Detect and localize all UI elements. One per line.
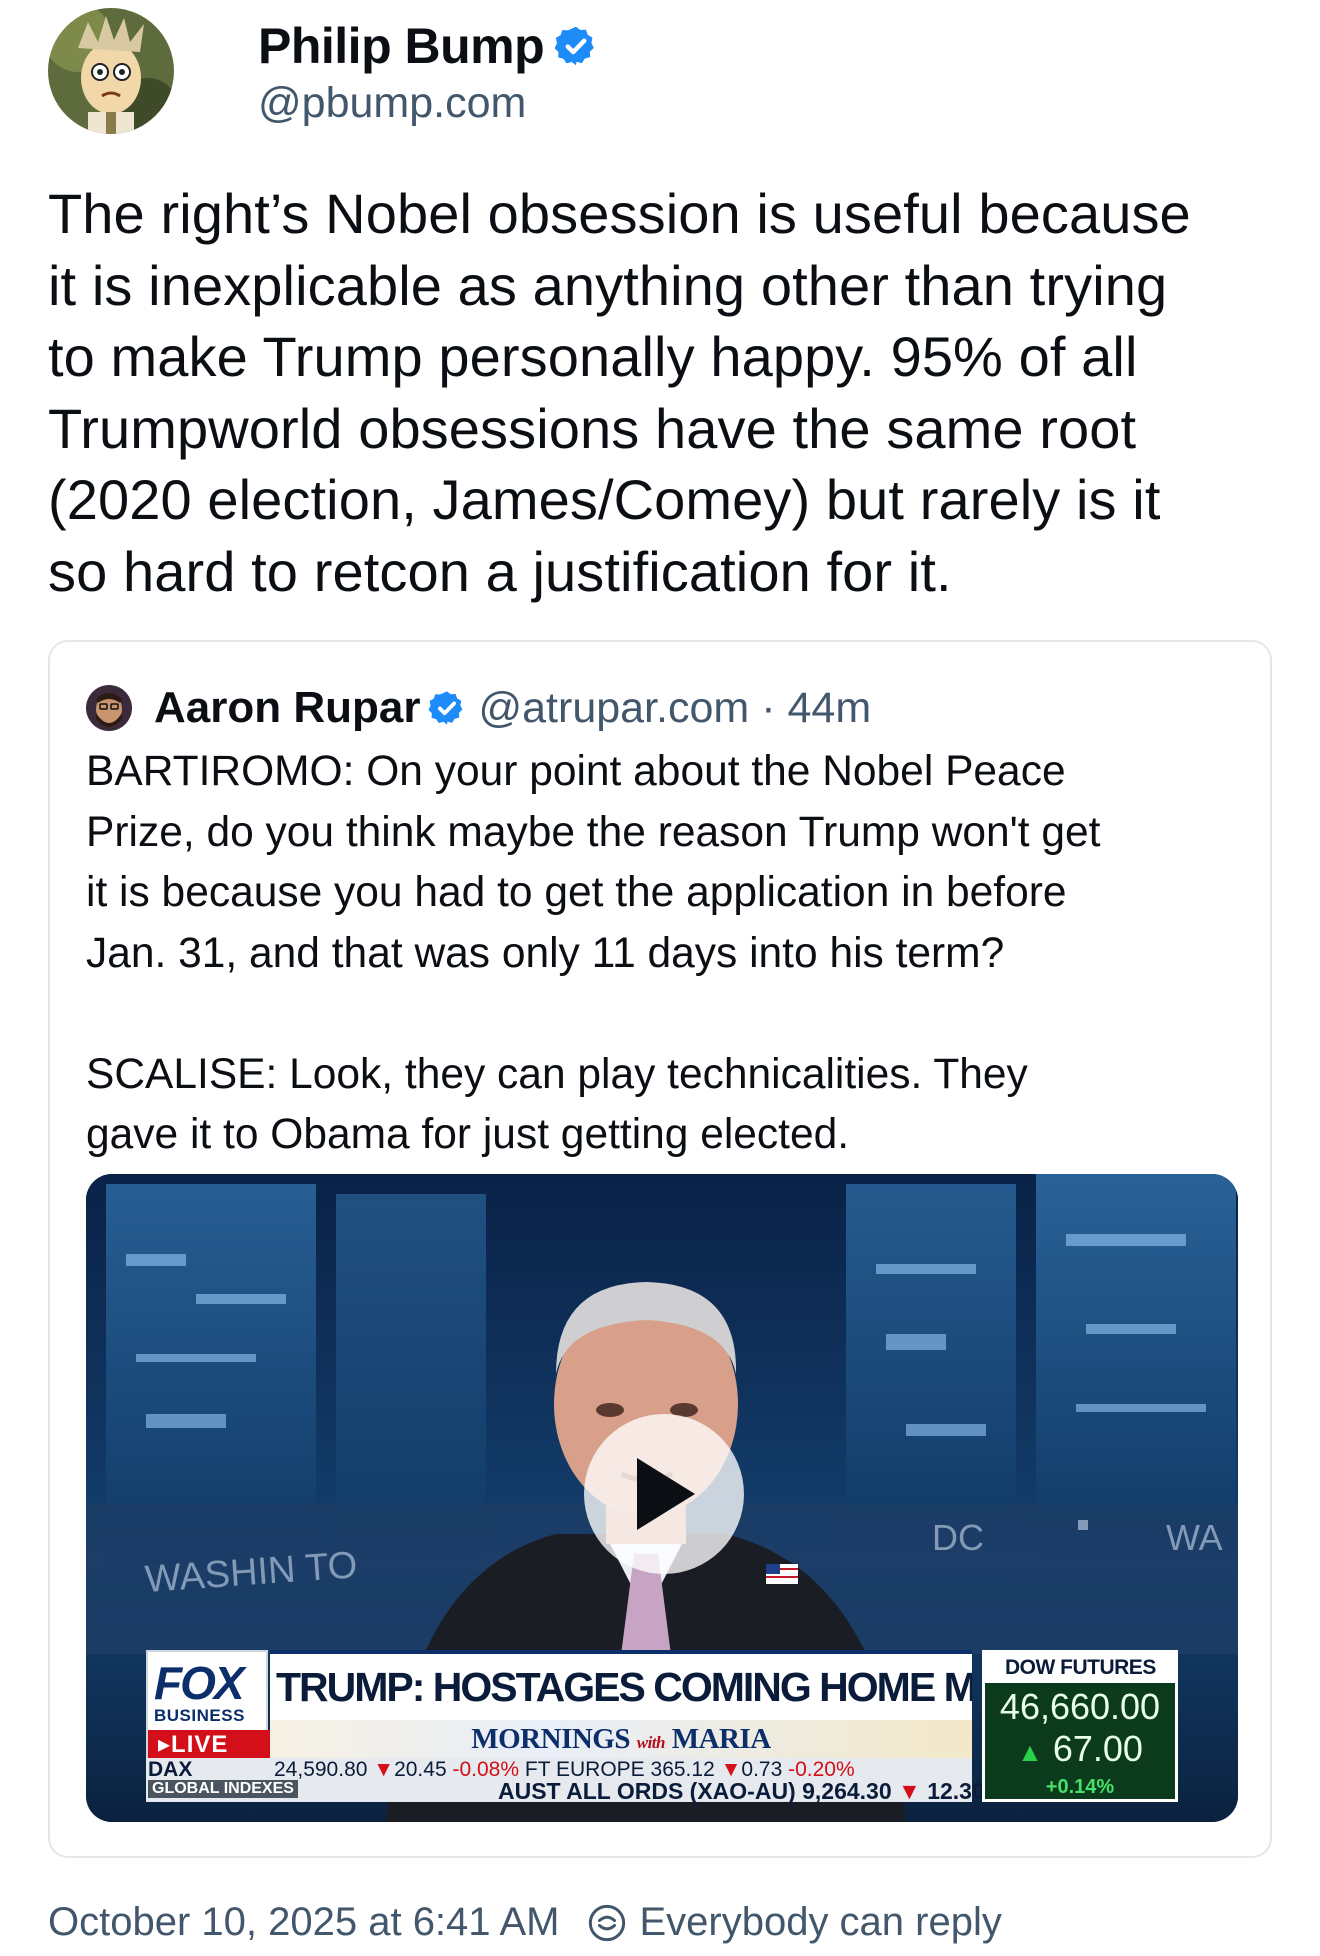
quoted-post-text: BARTIROMO: On your point about the Nobel… [86,748,1101,1158]
ticker-label: AUST ALL ORDS [498,1778,684,1804]
dow-value: 46,660.00 [999,1686,1161,1727]
play-button[interactable] [584,1414,744,1574]
author-handle[interactable]: @pbump.com [258,79,598,128]
ticker-value: 24,590.80 [274,1758,368,1781]
dow-futures-box: DOW FUTURES 46,660.00 ▲ 67.00 +0.14% [982,1650,1178,1802]
author-avatar[interactable] [48,8,174,134]
ticker-index: DAX [148,1758,193,1781]
post-text: The right’s Nobel obsession is useful be… [48,182,1191,603]
author-name-row: Philip Bump [258,15,598,77]
network-name: FOX [154,1657,245,1709]
ticker-category: GLOBAL INDEXES [148,1780,298,1798]
down-arrow-icon: ▼ [373,1758,395,1781]
quoted-author-avatar[interactable] [86,685,132,731]
separator-dot: · [761,683,776,732]
show-name-bar: MORNINGS with MARIA [270,1720,972,1758]
verified-check-icon [554,26,594,65]
author-identity: Philip Bump @pbump.com [258,15,598,128]
ticker-value: 9,264.30 [802,1778,892,1804]
quoted-author-handle[interactable]: @atrupar.com [478,684,749,733]
ticker-change: 20.45 [394,1758,447,1781]
down-arrow-icon: ▼ [898,1778,921,1804]
show-name-1: MORNINGS [471,1723,630,1755]
live-label: LIVE [171,1731,229,1758]
quoted-post-time[interactable]: 44m [788,684,872,733]
quoted-post-header: Aaron Rupar @atrupar.com · 44m [86,678,871,738]
quoted-author-display-name[interactable]: Aaron Rupar [154,683,420,733]
network-sub: BUSINESS [154,1706,245,1725]
stock-ticker: DAX GLOBAL INDEXES 24,590.80 ▼20.45 -0.0… [146,1758,985,1804]
ticker-line-2: AUST ALL ORDS (XAO-AU) 9,264.30 ▼ 12.30 [498,1778,985,1805]
ticker-change: 12.30 [927,1778,985,1804]
dow-pct: +0.14% [1045,1776,1115,1798]
chyron-headline: TRUMP: HOSTAGES COMING HOME MONDAY OR TU… [270,1650,972,1720]
reply-setting[interactable]: Everybody can reply [639,1900,1001,1945]
author-display-name[interactable]: Philip Bump [258,17,545,75]
post-timestamp[interactable]: October 10, 2025 at 6:41 AM [48,1900,559,1945]
reply-settings-icon [589,1904,626,1941]
ticker-symbol: (XAO-AU) [689,1778,796,1804]
set-text-right-2: WA [1166,1517,1223,1558]
live-badge: ▸LIVE [148,1730,270,1760]
quoted-post-card[interactable]: Aaron Rupar @atrupar.com · 44m BARTIROMO… [48,640,1272,1858]
dow-change: 67.00 [1052,1728,1143,1769]
post-header: Philip Bump @pbump.com [48,8,598,134]
dow-change-row: ▲ 67.00 [985,1729,1175,1772]
video-player[interactable]: WASHIN TO DC WA FOX BUSINESS ▸LIVE TRUMP… [86,1174,1238,1822]
show-name-with: with [636,1733,666,1752]
play-icon [637,1458,695,1530]
dow-label: DOW FUTURES [985,1653,1175,1683]
post-footer: October 10, 2025 at 6:41 AM Everybody ca… [48,1900,1002,1945]
news-chyron: FOX BUSINESS ▸LIVE TRUMP: HOSTAGES COMIN… [146,1650,1178,1804]
set-text-right-1: DC [932,1517,984,1558]
network-logo: FOX BUSINESS ▸LIVE [146,1650,270,1762]
show-name-2: MARIA [671,1723,772,1755]
up-arrow-icon: ▲ [1017,1737,1043,1767]
verified-check-icon [428,691,463,725]
